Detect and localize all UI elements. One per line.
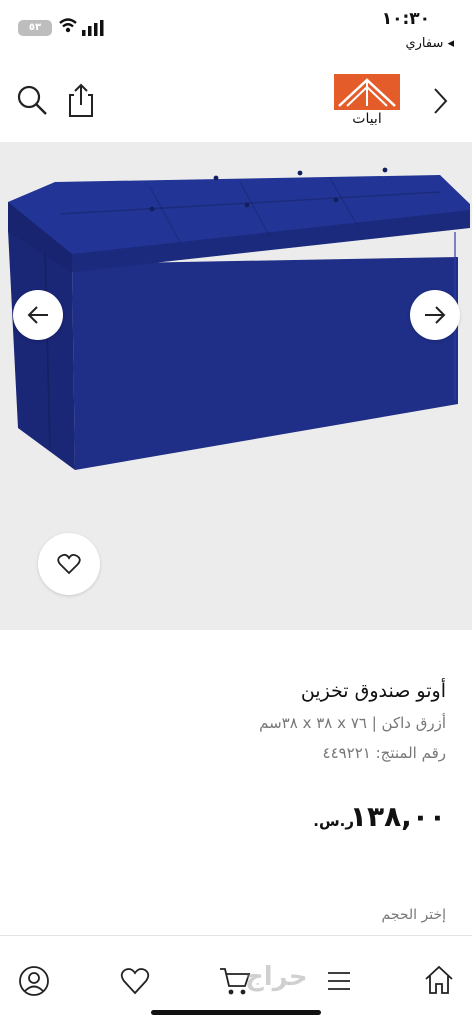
add-to-favorites-button[interactable] xyxy=(38,533,100,595)
product-sku: رقم المنتج: ٤٤٩٢٢١ xyxy=(322,744,446,762)
search-icon[interactable] xyxy=(16,84,48,116)
signal-icon xyxy=(82,20,104,36)
price-currency: ر.س. xyxy=(313,812,354,830)
divider xyxy=(0,935,472,936)
menu-icon[interactable] xyxy=(326,970,352,992)
account-icon[interactable] xyxy=(18,965,50,997)
wifi-icon xyxy=(59,18,77,33)
product-title: أوتو صندوق تخزين xyxy=(300,680,446,702)
back-to-safari-link[interactable]: ◂ سفاري xyxy=(405,36,454,51)
heart-icon xyxy=(57,553,81,575)
choose-size-label[interactable]: إختر الحجم xyxy=(382,907,447,923)
previous-image-button[interactable] xyxy=(13,290,63,340)
chevron-right-icon[interactable] xyxy=(430,86,450,116)
next-image-button[interactable] xyxy=(410,290,460,340)
wishlist-heart-icon[interactable] xyxy=(120,967,150,995)
status-time: ١٠:٣٠ xyxy=(381,9,430,29)
arrow-left-icon xyxy=(27,306,48,324)
logo-text: ابيات xyxy=(352,111,382,127)
battery-icon: ٥٣ xyxy=(18,20,52,36)
home-icon[interactable] xyxy=(423,964,455,996)
home-indicator[interactable] xyxy=(151,1010,321,1015)
product-price: ١٣٨,٠٠ xyxy=(349,800,446,833)
arrow-right-icon xyxy=(425,306,446,324)
watermark-logo: حراج xyxy=(245,962,308,992)
product-variant: أزرق داكن | ٧٦ x ٣٨ x ٣٨سم xyxy=(259,714,446,732)
share-icon[interactable] xyxy=(66,82,96,118)
